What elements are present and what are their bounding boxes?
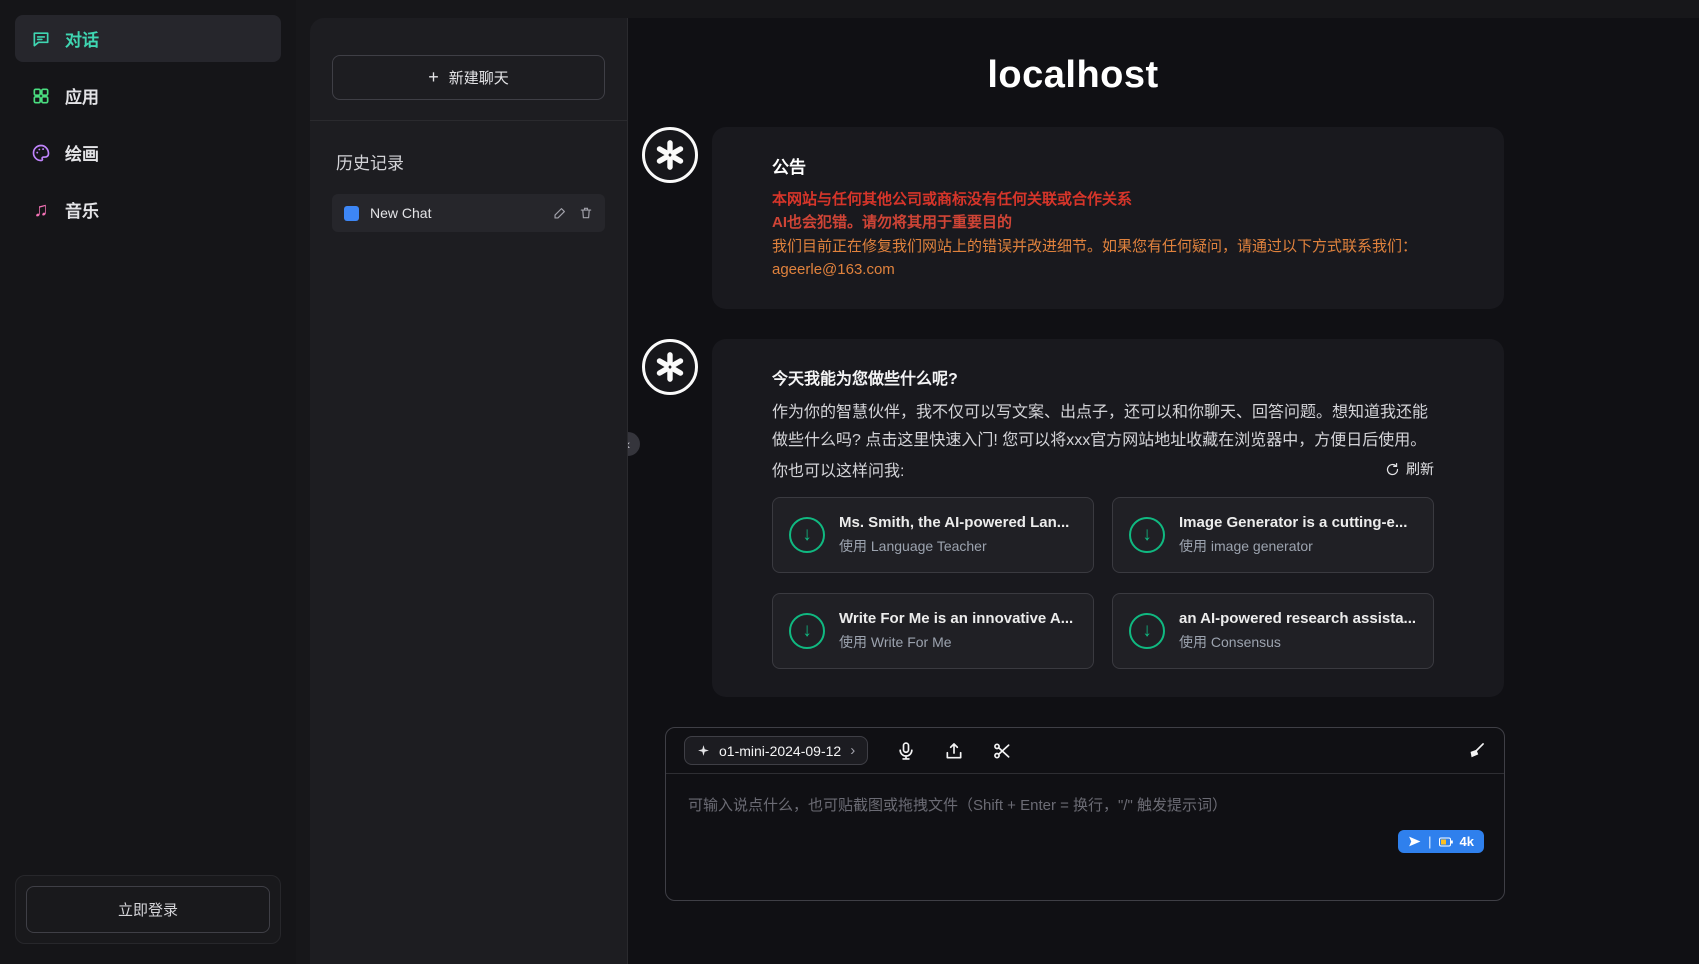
announcement-line-3: 我们目前正在修复我们网站上的错误并改进细节。如果您有任何疑问，请通过以下方式联系… xyxy=(772,235,1434,258)
plus-icon: + xyxy=(428,67,439,88)
collapse-panel-button[interactable]: ‹ xyxy=(628,432,640,456)
sidebar-item-chat[interactable]: 对话 xyxy=(15,15,281,62)
badge-divider: | xyxy=(1428,834,1431,849)
token-count: 4k xyxy=(1460,834,1474,849)
music-note-icon: ♫ xyxy=(31,200,51,220)
welcome-title: 今天我能为您做些什么呢? xyxy=(772,365,1434,389)
suggestion-card[interactable]: ↓ an AI-powered research assista... 使用 C… xyxy=(1112,593,1434,669)
message-announcement: 公告 本网站与任何其他公司或商标没有任何关联或合作关系 AI也会犯错。请勿将其用… xyxy=(642,127,1504,309)
chevron-right-icon: › xyxy=(850,742,855,759)
composer-toolbar: o1-mini-2024-09-12 › xyxy=(666,728,1504,774)
refresh-suggestions-button[interactable]: 刷新 xyxy=(1385,459,1434,479)
announcement-bubble: 公告 本网站与任何其他公司或商标没有任何关联或合作关系 AI也会犯错。请勿将其用… xyxy=(712,127,1504,309)
refresh-icon xyxy=(1385,462,1400,477)
send-token-badge[interactable]: | 4k xyxy=(1398,830,1484,853)
announcement-title: 公告 xyxy=(772,153,1434,178)
login-button[interactable]: 立即登录 xyxy=(26,886,270,933)
sparkle-icon xyxy=(697,744,710,757)
ask-hint: 你也可以这样问我: xyxy=(772,457,904,481)
chat-color-icon xyxy=(344,206,359,221)
suggestion-card[interactable]: ↓ Ms. Smith, the AI-powered Lan... 使用 La… xyxy=(772,497,1094,573)
clear-context-button[interactable] xyxy=(1466,741,1486,761)
send-icon xyxy=(1408,835,1421,848)
history-title: 历史记录 xyxy=(336,149,601,174)
download-circle-icon: ↓ xyxy=(789,517,825,553)
welcome-body: 作为你的智慧伙伴，我不仅可以写文案、出点子，还可以和你聊天、回答问题。想知道我还… xyxy=(772,399,1434,455)
new-chat-label: 新建聊天 xyxy=(449,67,509,88)
contact-email-link[interactable]: ageerle@163.com xyxy=(772,258,895,281)
right-region: + 新建聊天 历史记录 New Chat ‹ localhost xyxy=(310,18,1699,964)
message-input[interactable] xyxy=(666,774,1504,900)
ask-row: 你也可以这样问我: 刷新 xyxy=(772,457,1434,481)
suggestion-subtitle: 使用 image generator xyxy=(1179,536,1407,556)
token-battery-icon xyxy=(1439,837,1453,847)
message-welcome: 今天我能为您做些什么呢? 作为你的智慧伙伴，我不仅可以写文案、出点子，还可以和你… xyxy=(642,339,1504,697)
chat-icon xyxy=(31,29,51,49)
palette-icon xyxy=(31,143,51,163)
suggestion-subtitle: 使用 Consensus xyxy=(1179,632,1416,652)
announcement-line-2: AI也会犯错。请勿将其用于重要目的 xyxy=(772,211,1434,234)
microphone-icon xyxy=(896,741,916,761)
download-circle-icon: ↓ xyxy=(1129,613,1165,649)
suggestion-subtitle: 使用 Language Teacher xyxy=(839,536,1069,556)
sidebar-item-apps[interactable]: 应用 xyxy=(15,72,281,119)
broom-icon xyxy=(1466,741,1486,761)
sidebar-item-label: 音乐 xyxy=(65,197,99,222)
suggestion-subtitle: 使用 Write For Me xyxy=(839,632,1073,652)
suggestion-text: Ms. Smith, the AI-powered Lan... 使用 Lang… xyxy=(839,514,1069,556)
suggestion-card[interactable]: ↓ Image Generator is a cutting-e... 使用 i… xyxy=(1112,497,1434,573)
download-circle-icon: ↓ xyxy=(1129,517,1165,553)
sidebar-item-label: 绘画 xyxy=(65,140,99,165)
chat-list-item[interactable]: New Chat xyxy=(332,194,605,232)
chat-item-actions xyxy=(553,206,593,220)
chat-history-panel: + 新建聊天 历史记录 New Chat xyxy=(310,18,628,964)
sidebar-item-label: 应用 xyxy=(65,83,99,108)
model-selector[interactable]: o1-mini-2024-09-12 › xyxy=(684,736,868,765)
assistant-avatar xyxy=(642,127,698,183)
announcement-line-1: 本网站与任何其他公司或商标没有任何关联或合作关系 xyxy=(772,188,1434,211)
screenshot-button[interactable] xyxy=(992,741,1012,761)
composer: o1-mini-2024-09-12 › xyxy=(665,727,1505,901)
edit-icon[interactable] xyxy=(553,206,567,220)
trash-icon[interactable] xyxy=(579,206,593,220)
welcome-bubble: 今天我能为您做些什么呢? 作为你的智慧伙伴，我不仅可以写文案、出点子，还可以和你… xyxy=(712,339,1504,697)
openai-logo-icon xyxy=(652,137,688,173)
divider xyxy=(310,120,627,121)
new-chat-button[interactable]: + 新建聊天 xyxy=(332,55,605,100)
chat-item-title: New Chat xyxy=(370,205,431,221)
suggestion-card[interactable]: ↓ Write For Me is an innovative A... 使用 … xyxy=(772,593,1094,669)
assistant-avatar xyxy=(642,339,698,395)
suggestion-title: Write For Me is an innovative A... xyxy=(839,610,1073,627)
page-title: localhost xyxy=(642,54,1504,97)
app-root: 对话 应用 绘画 ♫ 音乐 立即登录 + 新建聊天 xyxy=(0,0,1699,964)
suggestion-text: Image Generator is a cutting-e... 使用 ima… xyxy=(1179,514,1407,556)
chevron-left-icon: ‹ xyxy=(628,436,630,452)
sidebar: 对话 应用 绘画 ♫ 音乐 立即登录 xyxy=(0,0,296,964)
refresh-label: 刷新 xyxy=(1406,459,1434,479)
sidebar-item-music[interactable]: ♫ 音乐 xyxy=(15,186,281,233)
sidebar-item-drawing[interactable]: 绘画 xyxy=(15,129,281,176)
sidebar-item-label: 对话 xyxy=(65,26,99,51)
chat-main: ‹ localhost xyxy=(628,18,1699,964)
suggestion-text: an AI-powered research assista... 使用 Con… xyxy=(1179,610,1416,652)
download-circle-icon: ↓ xyxy=(789,613,825,649)
suggestion-title: Ms. Smith, the AI-powered Lan... xyxy=(839,514,1069,531)
apps-grid-icon xyxy=(31,86,51,106)
upload-icon xyxy=(944,741,964,761)
composer-input-area: | 4k xyxy=(666,774,1504,900)
suggestion-title: an AI-powered research assista... xyxy=(1179,610,1416,627)
chat-content: localhost xyxy=(642,54,1504,901)
openai-logo-icon xyxy=(652,349,688,385)
suggestion-grid: ↓ Ms. Smith, the AI-powered Lan... 使用 La… xyxy=(772,497,1434,669)
login-section: 立即登录 xyxy=(15,875,281,944)
model-label: o1-mini-2024-09-12 xyxy=(719,743,841,759)
suggestion-text: Write For Me is an innovative A... 使用 Wr… xyxy=(839,610,1073,652)
suggestion-title: Image Generator is a cutting-e... xyxy=(1179,514,1407,531)
upload-button[interactable] xyxy=(944,741,964,761)
microphone-button[interactable] xyxy=(896,741,916,761)
scissors-icon xyxy=(992,741,1012,761)
